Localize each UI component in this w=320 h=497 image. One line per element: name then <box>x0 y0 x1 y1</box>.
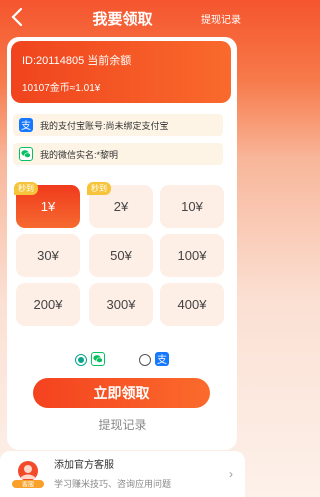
amount-label: 10¥ <box>181 199 203 214</box>
amount-label: 400¥ <box>177 297 207 312</box>
coin-balance: 10107金币≈1.01¥ <box>22 83 101 94</box>
wechat-method-icon <box>91 352 105 366</box>
instant-tag: 秒到 <box>14 182 38 195</box>
amount-option-200[interactable]: 200¥ <box>16 283 80 326</box>
alipay-method-icon: 支 <box>155 352 169 366</box>
service-badge-text: 客服 <box>22 481 34 489</box>
service-subtitle: 学习赚米技巧、咨询应用问题 <box>54 479 172 489</box>
amount-option-1[interactable]: 秒到 1¥ <box>14 182 80 228</box>
amount-option-300[interactable]: 300¥ <box>89 283 153 326</box>
svg-text:支: 支 <box>157 354 167 366</box>
user-id-balance: ID:20114805 当前余额 <box>22 55 132 67</box>
alipay-account-text: 我的支付宝账号:尚未绑定支付宝 <box>40 121 169 131</box>
top-bar: 我要领取 提现记录 <box>0 0 245 34</box>
service-avatar-icon: 客服 <box>12 461 44 489</box>
customer-service-banner[interactable]: 客服 添加官方客服 学习赚米技巧、咨询应用问题 › <box>0 451 245 497</box>
withdraw-record-link[interactable]: 提现记录 <box>201 11 241 26</box>
svg-text:支: 支 <box>21 120 31 132</box>
chevron-right-icon: › <box>229 467 233 481</box>
amount-option-30[interactable]: 30¥ <box>16 234 80 277</box>
amount-option-50[interactable]: 50¥ <box>89 234 153 277</box>
service-title: 添加官方客服 <box>54 460 114 471</box>
withdraw-record-button[interactable]: 提现记录 <box>0 416 245 433</box>
instant-tag: 秒到 <box>87 182 111 195</box>
claim-now-button[interactable]: 立即领取 <box>33 378 210 408</box>
amount-label: 300¥ <box>106 297 136 312</box>
amount-label: 200¥ <box>33 297 63 312</box>
amount-label: 30¥ <box>37 248 59 263</box>
wechat-method-radio[interactable] <box>75 354 87 366</box>
alipay-account-row[interactable]: 支 我的支付宝账号:尚未绑定支付宝 <box>13 114 223 136</box>
amount-option-400[interactable]: 400¥ <box>160 283 224 326</box>
amount-option-100[interactable]: 100¥ <box>160 234 224 277</box>
alipay-icon: 支 <box>19 118 33 132</box>
balance-card: ID:20114805 当前余额 10107金币≈1.01¥ <box>11 41 231 103</box>
wechat-icon <box>19 147 33 161</box>
amount-label: 100¥ <box>177 248 207 263</box>
alipay-method-radio[interactable] <box>139 354 151 366</box>
amount-label: 50¥ <box>110 248 132 263</box>
amount-label: 2¥ <box>113 199 129 214</box>
amount-option-2[interactable]: 秒到 2¥ <box>87 182 153 228</box>
wechat-account-row[interactable]: 我的微信实名:*黎明 <box>13 143 223 165</box>
amount-label: 1¥ <box>40 199 56 214</box>
amount-option-10[interactable]: 10¥ <box>160 185 224 228</box>
wechat-account-text: 我的微信实名:*黎明 <box>40 150 119 160</box>
